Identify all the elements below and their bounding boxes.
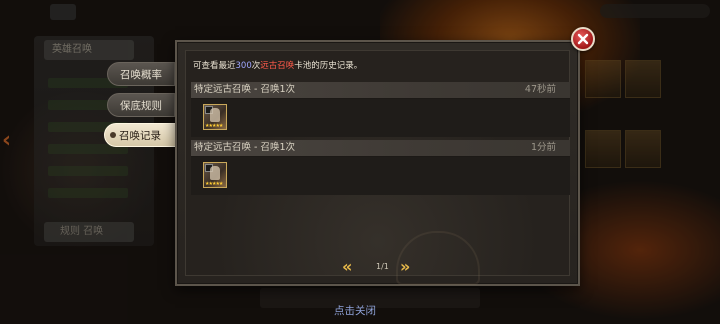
record-time: 47秒前 [524,84,556,95]
record-time: 1分前 [530,142,556,153]
tab-label: 召唤概率 [120,69,162,81]
close-button[interactable] [571,27,595,51]
star-rating: ★★★★★ [205,123,223,129]
star-rating: ★★★★★ [205,181,223,187]
record-title: 特定远古召唤 - 召唤1次 [194,142,296,153]
history-notice: 可查看最近300次远古召唤卡池的历史记录。 [193,61,363,71]
tab-pity-rules[interactable]: 保底规则 [107,93,175,117]
page-indicator: 1/1 [376,262,389,271]
tab-summon-history[interactable]: 召唤记录 [104,123,176,147]
prev-page-icon[interactable]: « [342,257,352,276]
click-to-close-text[interactable]: 点击关闭 [334,303,376,318]
record-header: 特定远古召唤 - 召唤1次 47秒前 [191,82,570,99]
record-body: ★★★★★ [191,157,570,195]
record-title: 特定远古召唤 - 召唤1次 [194,84,296,95]
record-body: ★★★★★ [191,99,570,137]
record-header: 特定远古召唤 - 召唤1次 1分前 [191,140,570,157]
tab-label: 保底规则 [120,100,162,112]
hero-portrait-icon[interactable]: ★★★★★ [203,162,227,188]
tab-label: 召唤记录 [119,130,161,142]
tab-indicator-icon [110,132,116,138]
close-x-icon [577,33,589,45]
pagination: « 1/1 » [342,257,422,276]
tab-summon-probability[interactable]: 召唤概率 [107,62,175,86]
summon-history-popup: 可查看最近300次远古召唤卡池的历史记录。 特定远古召唤 - 召唤1次 47秒前… [175,40,580,286]
hero-portrait-icon[interactable]: ★★★★★ [203,104,227,130]
next-page-icon[interactable]: » [400,257,410,276]
